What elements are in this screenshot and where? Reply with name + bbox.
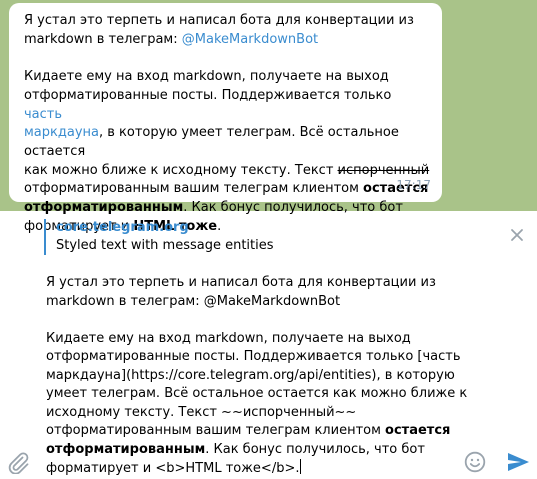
markdown-link-continued[interactable]: маркдауна <box>24 125 99 140</box>
message-bubble[interactable]: Я устал это терпеть и написал бота для к… <box>9 3 442 234</box>
message-line: Я устал это терпеть и написал бота для к… <box>24 12 431 31</box>
message-time: 17:17 <box>396 178 431 193</box>
input-line: форматирует и <b>HTML тоже</b>. <box>46 459 486 479</box>
input-text: . Как бонус получилось, что бот <box>205 441 425 457</box>
paperclip-icon <box>8 452 29 475</box>
text-caret <box>300 459 302 474</box>
link-preview-description: Styled text with message entities <box>56 238 274 253</box>
send-button[interactable] <box>506 451 530 473</box>
message-text: отформатированные посты. Поддерживается … <box>24 87 392 103</box>
input-line: отформатированные посты. Поддерживается … <box>46 349 461 364</box>
input-line: markdown в телеграм: @MakeMarkdownBot <box>46 293 341 309</box>
message-line: отформатированным. Как бонус получилось,… <box>24 199 431 218</box>
message-text: как можно ближе к исходному тексту. Текс… <box>24 162 338 178</box>
emoji-icon <box>464 451 486 473</box>
send-icon <box>508 453 529 471</box>
close-icon <box>511 229 523 241</box>
link-preview[interactable]: core.telegram.org Styled text with messa… <box>44 219 484 255</box>
message-line: markdown в телеграм: @MakeMarkdownBot <box>24 31 431 50</box>
message-text: отформатированным вашим телеграм клиенто… <box>24 181 364 197</box>
link-preview-title: core.telegram.org <box>56 220 189 235</box>
bold-text: отформатированным <box>24 200 184 216</box>
message-line: Кидаете ему на вход markdown, получаете … <box>24 68 431 87</box>
input-line: умеет телеграм. Всё остальное остается к… <box>46 386 468 401</box>
message-text: . Как бонус получилось, что бот <box>183 200 403 216</box>
input-line: маркдауна](https://core.telegram.org/api… <box>46 367 455 383</box>
input-text: отформатированным вашим телеграм клиенто… <box>46 423 386 438</box>
message-text: Я устал это терпеть и написал бота для к… <box>24 13 414 28</box>
emoji-button[interactable] <box>464 451 486 473</box>
input-line: Кидаете ему на вход markdown, получаете … <box>46 330 411 346</box>
message-text: markdown в телеграм: <box>24 31 182 47</box>
input-line: отформатированным вашим телеграм клиенто… <box>46 422 486 441</box>
attach-button[interactable] <box>7 450 29 475</box>
message-input[interactable]: Я устал это терпеть и написал бота для к… <box>46 274 486 479</box>
bot-mention-link[interactable]: @MakeMarkdownBot <box>182 32 318 47</box>
message-line: как можно ближе к исходному тексту. Текс… <box>24 162 431 181</box>
close-preview-button[interactable] <box>509 227 525 243</box>
input-text: форматирует и <b>HTML тоже</b>. <box>46 461 300 476</box>
input-line: исходному тексту. Текст ~~испорченный~~ <box>46 404 357 420</box>
input-line: Я устал это терпеть и написал бота для к… <box>46 275 436 290</box>
chat-area: Я устал это терпеть и написал бота для к… <box>0 0 537 234</box>
message-line: отформатированным вашим телеграм клиенто… <box>24 180 431 199</box>
message-line: маркдауна, в которую умеет телеграм. Всё… <box>24 124 431 161</box>
message-line: отформатированные посты. Поддерживается … <box>24 87 431 124</box>
markdown-link[interactable]: часть <box>24 107 62 122</box>
input-line: отформатированным. Как бонус получилось,… <box>46 441 486 460</box>
bold-text: отформатированным <box>46 441 206 457</box>
message-text: Кидаете ему на вход markdown, получаете … <box>24 69 389 85</box>
bold-text: остается <box>385 423 451 438</box>
